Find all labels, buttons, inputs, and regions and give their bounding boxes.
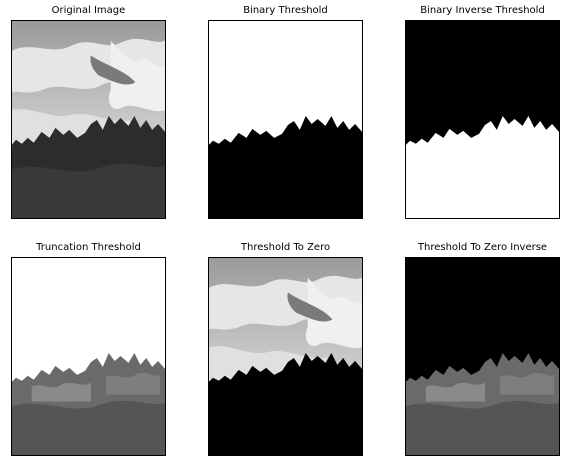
panel-title: Original Image [51,5,126,16]
image-binary-threshold [208,20,363,219]
panel-title: Threshold To Zero [240,242,331,253]
binary-threshold-graphic [209,21,362,218]
original-image-graphic [12,21,165,218]
panel-title: Threshold To Zero Inverse [417,242,548,253]
image-threshold-to-zero-inverse [405,257,560,456]
image-threshold-to-zero [208,257,363,456]
binary-inverse-threshold-graphic [406,21,559,218]
image-original [11,20,166,219]
truncation-threshold-graphic [12,258,165,455]
panel-title: Binary Threshold [243,5,328,16]
panel-title: Truncation Threshold [36,242,141,253]
threshold-to-zero-inverse-graphic [406,258,559,455]
image-binary-inverse-threshold [405,20,560,219]
panel-title: Binary Inverse Threshold [420,5,545,16]
figure: Original Image Binary Threshold Binary I… [0,0,565,466]
threshold-to-zero-graphic [209,258,362,455]
image-truncation-threshold [11,257,166,456]
